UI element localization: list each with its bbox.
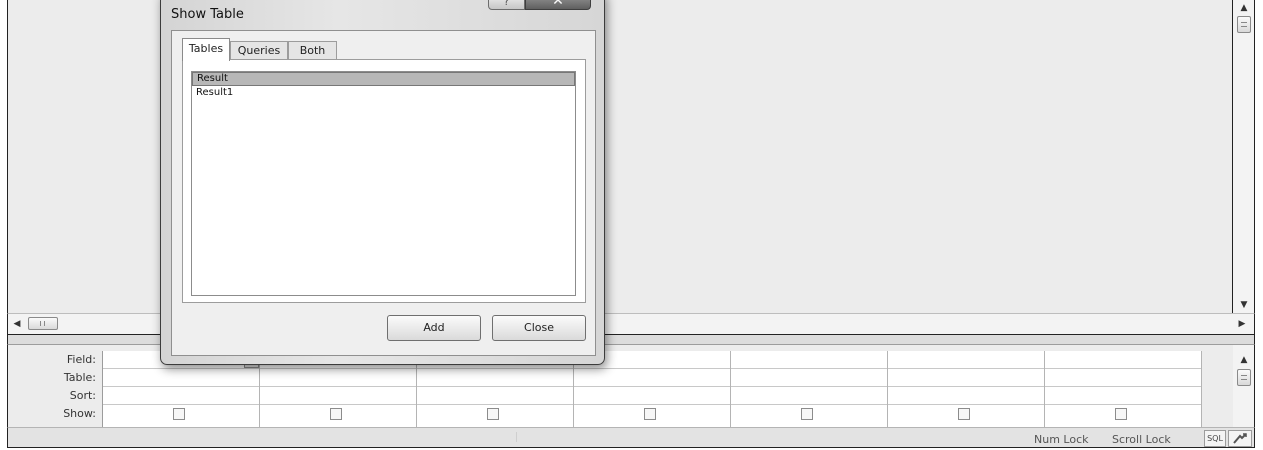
list-item-result[interactable]: Result (192, 72, 575, 86)
table-cell[interactable] (574, 369, 730, 387)
sort-cell[interactable] (574, 387, 730, 405)
show-checkbox[interactable] (801, 408, 813, 420)
table-cell[interactable] (888, 369, 1044, 387)
table-cell[interactable] (417, 369, 573, 387)
show-cell[interactable] (888, 405, 1044, 423)
sql-view-button[interactable]: SQL (1204, 430, 1226, 447)
row-label-sort: Sort: (69, 389, 96, 402)
num-lock-indicator: Num Lock (1034, 433, 1089, 446)
show-cell[interactable] (574, 405, 730, 423)
show-checkbox[interactable] (1115, 408, 1127, 420)
show-checkbox[interactable] (487, 408, 499, 420)
show-cell[interactable] (731, 405, 887, 423)
sort-cell[interactable] (260, 387, 416, 405)
show-checkbox[interactable] (958, 408, 970, 420)
scroll-down-arrow-icon[interactable]: ▼ (1237, 298, 1251, 312)
row-label-field: Field: (66, 353, 96, 366)
show-cell[interactable] (260, 405, 416, 423)
close-button[interactable]: Close (492, 315, 586, 341)
sort-cell[interactable] (731, 387, 887, 405)
scroll-left-arrow-icon[interactable]: ◀ (10, 317, 24, 331)
dialog-body: Tables Queries Both Result Result1 Add C… (171, 30, 596, 356)
show-cell[interactable] (1045, 405, 1201, 423)
sort-cell[interactable] (888, 387, 1044, 405)
close-x-icon: ✕ (552, 0, 564, 9)
tab-tables[interactable]: Tables (182, 38, 230, 61)
grid-scroll-up-arrow-icon[interactable]: ▲ (1237, 353, 1251, 367)
show-checkbox[interactable] (173, 408, 185, 420)
add-button[interactable]: Add (387, 315, 481, 341)
vertical-scroll-thumb[interactable] (1237, 16, 1251, 33)
sort-cell[interactable] (1045, 387, 1201, 405)
tab-panel: Result Result1 (182, 59, 586, 303)
row-label-show: Show: (63, 407, 96, 420)
row-label-table: Table: (63, 371, 96, 384)
list-item-result1[interactable]: Result1 (192, 86, 575, 100)
sort-cell[interactable] (103, 387, 259, 405)
status-bar: Num Lock Scroll Lock SQL (7, 427, 1255, 448)
design-view-button[interactable] (1228, 430, 1252, 447)
field-cell[interactable] (731, 351, 887, 369)
help-button[interactable]: ? (488, 0, 525, 10)
table-cell[interactable] (260, 369, 416, 387)
scroll-right-arrow-icon[interactable]: ▶ (1235, 317, 1249, 331)
show-cell[interactable] (103, 405, 259, 423)
show-cell[interactable] (417, 405, 573, 423)
status-separator (516, 432, 517, 442)
table-cell[interactable] (103, 369, 259, 387)
question-mark-icon: ? (503, 0, 510, 8)
dialog-close-x-button[interactable]: ✕ (525, 0, 591, 10)
design-area-vertical-scrollbar[interactable]: ▲ ▼ (1233, 0, 1255, 313)
show-checkbox[interactable] (330, 408, 342, 420)
scroll-up-arrow-icon[interactable]: ▲ (1237, 1, 1251, 15)
grid-column (731, 351, 888, 427)
sort-cell[interactable] (417, 387, 573, 405)
show-checkbox[interactable] (644, 408, 656, 420)
query-design-window: ▲ ▼ ◀ ▶ Field: Table: Sort: Show: ▼ ▲ Nu… (7, 0, 1257, 450)
grid-column (1045, 351, 1202, 427)
design-view-icon (1233, 433, 1247, 444)
field-cell[interactable] (888, 351, 1044, 369)
scroll-lock-indicator: Scroll Lock (1112, 433, 1171, 446)
show-table-dialog: Show Table ? ✕ Tables Queries Both Resul… (160, 0, 605, 365)
table-cell[interactable] (1045, 369, 1201, 387)
tab-both[interactable]: Both (288, 41, 337, 60)
grid-vertical-scroll-thumb[interactable] (1237, 369, 1251, 386)
horizontal-scroll-thumb[interactable] (28, 317, 58, 330)
grid-row-labels: Field: Table: Sort: Show: (8, 351, 102, 423)
field-cell[interactable] (1045, 351, 1201, 369)
tab-queries[interactable]: Queries (230, 41, 288, 60)
table-cell[interactable] (731, 369, 887, 387)
grid-column (888, 351, 1045, 427)
grid-vertical-scrollbar[interactable]: ▲ (1233, 345, 1255, 427)
dialog-title: Show Table (171, 7, 244, 22)
table-list[interactable]: Result Result1 (191, 71, 576, 296)
